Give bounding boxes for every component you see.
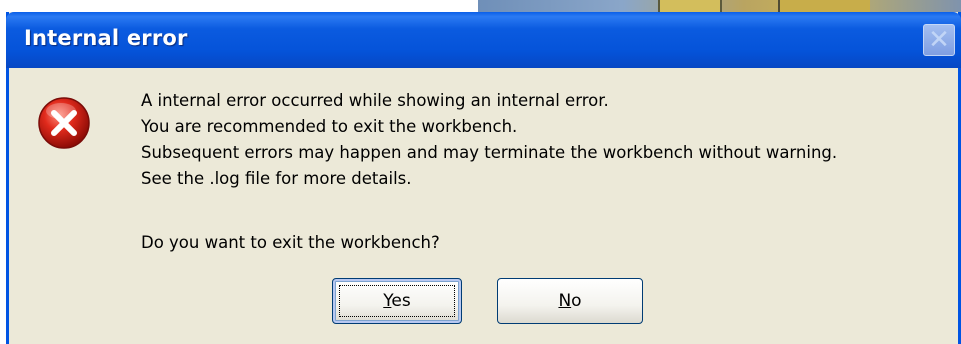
exit-question: Do you want to exit the workbench? <box>141 233 440 252</box>
no-button-label: No <box>558 291 582 311</box>
message-line: A internal error occurred while showing … <box>141 91 609 110</box>
message-line: See the .log file for more details. <box>141 169 412 188</box>
yes-button[interactable]: Yes <box>332 278 462 324</box>
close-icon: ✕ <box>928 25 950 55</box>
message-line: Subsequent errors may happen and may ter… <box>141 143 838 162</box>
message-line: You are recommended to exit the workbenc… <box>141 117 518 136</box>
dialog-title: Internal error <box>24 26 188 50</box>
error-message: A internal error occurred while showing … <box>141 88 956 192</box>
error-icon <box>37 96 91 150</box>
close-button[interactable]: ✕ <box>923 24 955 56</box>
yes-button-label: Yes <box>383 291 411 311</box>
title-bar[interactable]: Internal error ✕ <box>6 12 961 68</box>
no-button[interactable]: No <box>497 278 643 324</box>
internal-error-dialog: Internal error ✕ A internal error occurr… <box>6 12 961 344</box>
